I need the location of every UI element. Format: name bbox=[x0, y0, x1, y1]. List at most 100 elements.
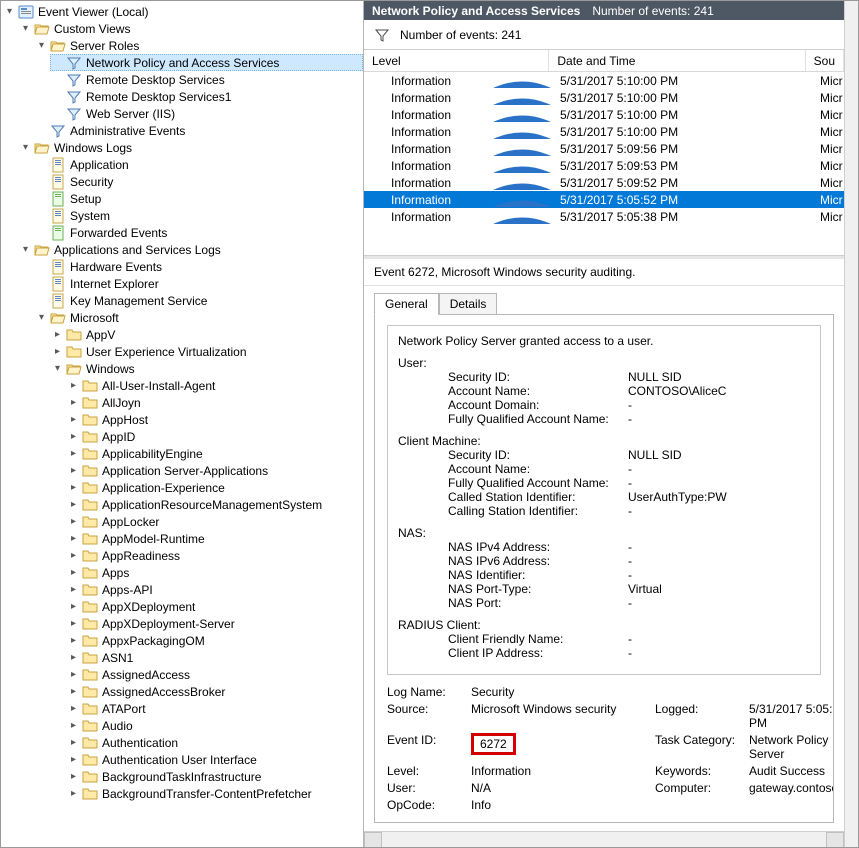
collapse-icon[interactable]: ▾ bbox=[20, 142, 31, 153]
tree-leaf[interactable]: ▸AppReadiness bbox=[66, 547, 363, 564]
event-row[interactable]: Information5/31/2017 5:10:00 PMMicr bbox=[364, 123, 844, 140]
column-source[interactable]: Sou bbox=[806, 50, 844, 71]
expand-icon[interactable]: ▸ bbox=[68, 499, 79, 510]
tree-appv[interactable]: ▸AppV bbox=[50, 326, 363, 343]
navigation-tree-pane[interactable]: ▾ Event Viewer (Local) ▾ Custom Views bbox=[1, 1, 364, 847]
collapse-icon[interactable]: ▾ bbox=[52, 363, 63, 374]
collapse-icon[interactable]: ▾ bbox=[20, 23, 31, 34]
event-row[interactable]: Information5/31/2017 5:10:00 PMMicr bbox=[364, 72, 844, 89]
expand-icon[interactable]: ▸ bbox=[68, 720, 79, 731]
tree-uev[interactable]: ▸User Experience Virtualization bbox=[50, 343, 363, 360]
expand-icon[interactable]: ▸ bbox=[68, 652, 79, 663]
tree-system-log[interactable]: ·System bbox=[34, 207, 363, 224]
tree-custom-views[interactable]: ▾ Custom Views bbox=[18, 20, 363, 37]
vertical-scrollbar[interactable] bbox=[844, 1, 858, 847]
tree-leaf[interactable]: ▸Authentication User Interface bbox=[66, 751, 363, 768]
tree-leaf[interactable]: ▸ApplicabilityEngine bbox=[66, 445, 363, 462]
expand-icon[interactable]: ▸ bbox=[68, 788, 79, 799]
tree-security-log[interactable]: ·Security bbox=[34, 173, 363, 190]
expand-icon[interactable]: ▸ bbox=[68, 465, 79, 476]
event-row[interactable]: Information5/31/2017 5:09:52 PMMicr bbox=[364, 174, 844, 191]
tree-iis[interactable]: · Web Server (IIS) bbox=[50, 105, 363, 122]
expand-icon[interactable]: ▸ bbox=[68, 516, 79, 527]
tree-forwarded-log[interactable]: ·Forwarded Events bbox=[34, 224, 363, 241]
expand-icon[interactable]: ▸ bbox=[68, 550, 79, 561]
tree-setup-log[interactable]: ·Setup bbox=[34, 190, 363, 207]
funnel-icon[interactable] bbox=[374, 27, 390, 43]
expand-icon[interactable]: ▸ bbox=[68, 567, 79, 578]
tree-leaf[interactable]: ▸Apps bbox=[66, 564, 363, 581]
tree-leaf[interactable]: ▸All-User-Install-Agent bbox=[66, 377, 363, 394]
tree-leaf[interactable]: ▸AssignedAccess bbox=[66, 666, 363, 683]
column-date[interactable]: Date and Time bbox=[549, 50, 805, 71]
expand-icon[interactable]: ▸ bbox=[68, 601, 79, 612]
expand-icon[interactable]: ▸ bbox=[68, 584, 79, 595]
event-row[interactable]: Information5/31/2017 5:05:52 PMMicr bbox=[364, 191, 844, 208]
event-row[interactable]: Information5/31/2017 5:09:56 PMMicr bbox=[364, 140, 844, 157]
horizontal-scrollbar[interactable] bbox=[364, 831, 844, 847]
tree-leaf[interactable]: ▸AppLocker bbox=[66, 513, 363, 530]
tree-admin-events[interactable]: · Administrative Events bbox=[34, 122, 363, 139]
collapse-icon[interactable]: ▾ bbox=[36, 40, 47, 51]
collapse-icon[interactable]: ▾ bbox=[20, 244, 31, 255]
collapse-icon[interactable]: ▾ bbox=[36, 312, 47, 323]
column-headers[interactable]: Level Date and Time Sou bbox=[364, 50, 844, 72]
tree-leaf[interactable]: ▸Audio bbox=[66, 717, 363, 734]
tree-leaf[interactable]: ▸ATAPort bbox=[66, 700, 363, 717]
expand-icon[interactable]: ▸ bbox=[68, 686, 79, 697]
tree-leaf[interactable]: ▸BackgroundTaskInfrastructure bbox=[66, 768, 363, 785]
event-row[interactable]: Information5/31/2017 5:09:53 PMMicr bbox=[364, 157, 844, 174]
tree-root[interactable]: ▾ Event Viewer (Local) bbox=[2, 3, 363, 20]
tree-rds[interactable]: · Remote Desktop Services bbox=[50, 71, 363, 88]
expand-icon[interactable]: ▸ bbox=[52, 346, 63, 357]
tree-leaf[interactable]: ▸AssignedAccessBroker bbox=[66, 683, 363, 700]
tree-leaf[interactable]: ▸Application-Experience bbox=[66, 479, 363, 496]
tree-leaf[interactable]: ▸ApplicationResourceManagementSystem bbox=[66, 496, 363, 513]
tree-leaf[interactable]: ▸AppxPackagingOM bbox=[66, 632, 363, 649]
expand-icon[interactable]: ▸ bbox=[68, 703, 79, 714]
tree-npas[interactable]: · Network Policy and Access Services bbox=[50, 54, 363, 71]
expand-icon[interactable]: ▸ bbox=[68, 414, 79, 425]
column-level[interactable]: Level bbox=[364, 50, 549, 71]
event-row[interactable]: Information5/31/2017 5:10:00 PMMicr bbox=[364, 89, 844, 106]
tree-windows-logs[interactable]: ▾ Windows Logs bbox=[18, 139, 363, 156]
tree-leaf[interactable]: ▸Authentication bbox=[66, 734, 363, 751]
expand-icon[interactable]: ▸ bbox=[68, 754, 79, 765]
tree-ie[interactable]: ·Internet Explorer bbox=[34, 275, 363, 292]
expand-icon[interactable]: ▸ bbox=[68, 618, 79, 629]
tree-leaf[interactable]: ▸AppModel-Runtime bbox=[66, 530, 363, 547]
expand-icon[interactable]: ▸ bbox=[68, 669, 79, 680]
tree-leaf[interactable]: ▸AppHost bbox=[66, 411, 363, 428]
expand-icon[interactable]: ▸ bbox=[68, 737, 79, 748]
tree-microsoft[interactable]: ▾ Microsoft bbox=[34, 309, 363, 326]
tree-kms[interactable]: ·Key Management Service bbox=[34, 292, 363, 309]
tree-hw-events[interactable]: ·Hardware Events bbox=[34, 258, 363, 275]
detail-message[interactable]: Network Policy Server granted access to … bbox=[387, 325, 821, 675]
tree-leaf[interactable]: ▸ASN1 bbox=[66, 649, 363, 666]
tree-leaf[interactable]: ▸Apps-API bbox=[66, 581, 363, 598]
tab-general[interactable]: General bbox=[374, 293, 439, 315]
event-row[interactable]: Information5/31/2017 5:05:38 PMMicr bbox=[364, 208, 844, 225]
tree-apps-services[interactable]: ▾ Applications and Services Logs bbox=[18, 241, 363, 258]
expand-icon[interactable]: ▸ bbox=[68, 533, 79, 544]
expand-icon[interactable]: ▸ bbox=[68, 635, 79, 646]
expand-icon[interactable]: ▸ bbox=[68, 397, 79, 408]
tree-leaf[interactable]: ▸AppXDeployment bbox=[66, 598, 363, 615]
expand-icon[interactable]: ▸ bbox=[52, 329, 63, 340]
event-list[interactable]: Level Date and Time Sou Information5/31/… bbox=[364, 50, 844, 256]
tree-server-roles[interactable]: ▾ Server Roles bbox=[34, 37, 363, 54]
tree-rds1[interactable]: · Remote Desktop Services1 bbox=[50, 88, 363, 105]
expand-icon[interactable]: ▸ bbox=[68, 431, 79, 442]
expand-icon[interactable]: ▸ bbox=[68, 771, 79, 782]
tree-leaf[interactable]: ▸AppXDeployment-Server bbox=[66, 615, 363, 632]
tab-details[interactable]: Details bbox=[439, 293, 498, 315]
tree-leaf[interactable]: ▸AppID bbox=[66, 428, 363, 445]
expand-icon[interactable]: ▸ bbox=[68, 482, 79, 493]
event-row[interactable]: Information5/31/2017 5:10:00 PMMicr bbox=[364, 106, 844, 123]
expand-icon[interactable]: ▸ bbox=[68, 448, 79, 459]
tree-leaf[interactable]: ▸BackgroundTransfer-ContentPrefetcher bbox=[66, 785, 363, 802]
tree-leaf[interactable]: ▸Application Server-Applications bbox=[66, 462, 363, 479]
tree-leaf[interactable]: ▸AllJoyn bbox=[66, 394, 363, 411]
tree-application-log[interactable]: ·Application bbox=[34, 156, 363, 173]
tree-windows-folder[interactable]: ▾ Windows bbox=[50, 360, 363, 377]
